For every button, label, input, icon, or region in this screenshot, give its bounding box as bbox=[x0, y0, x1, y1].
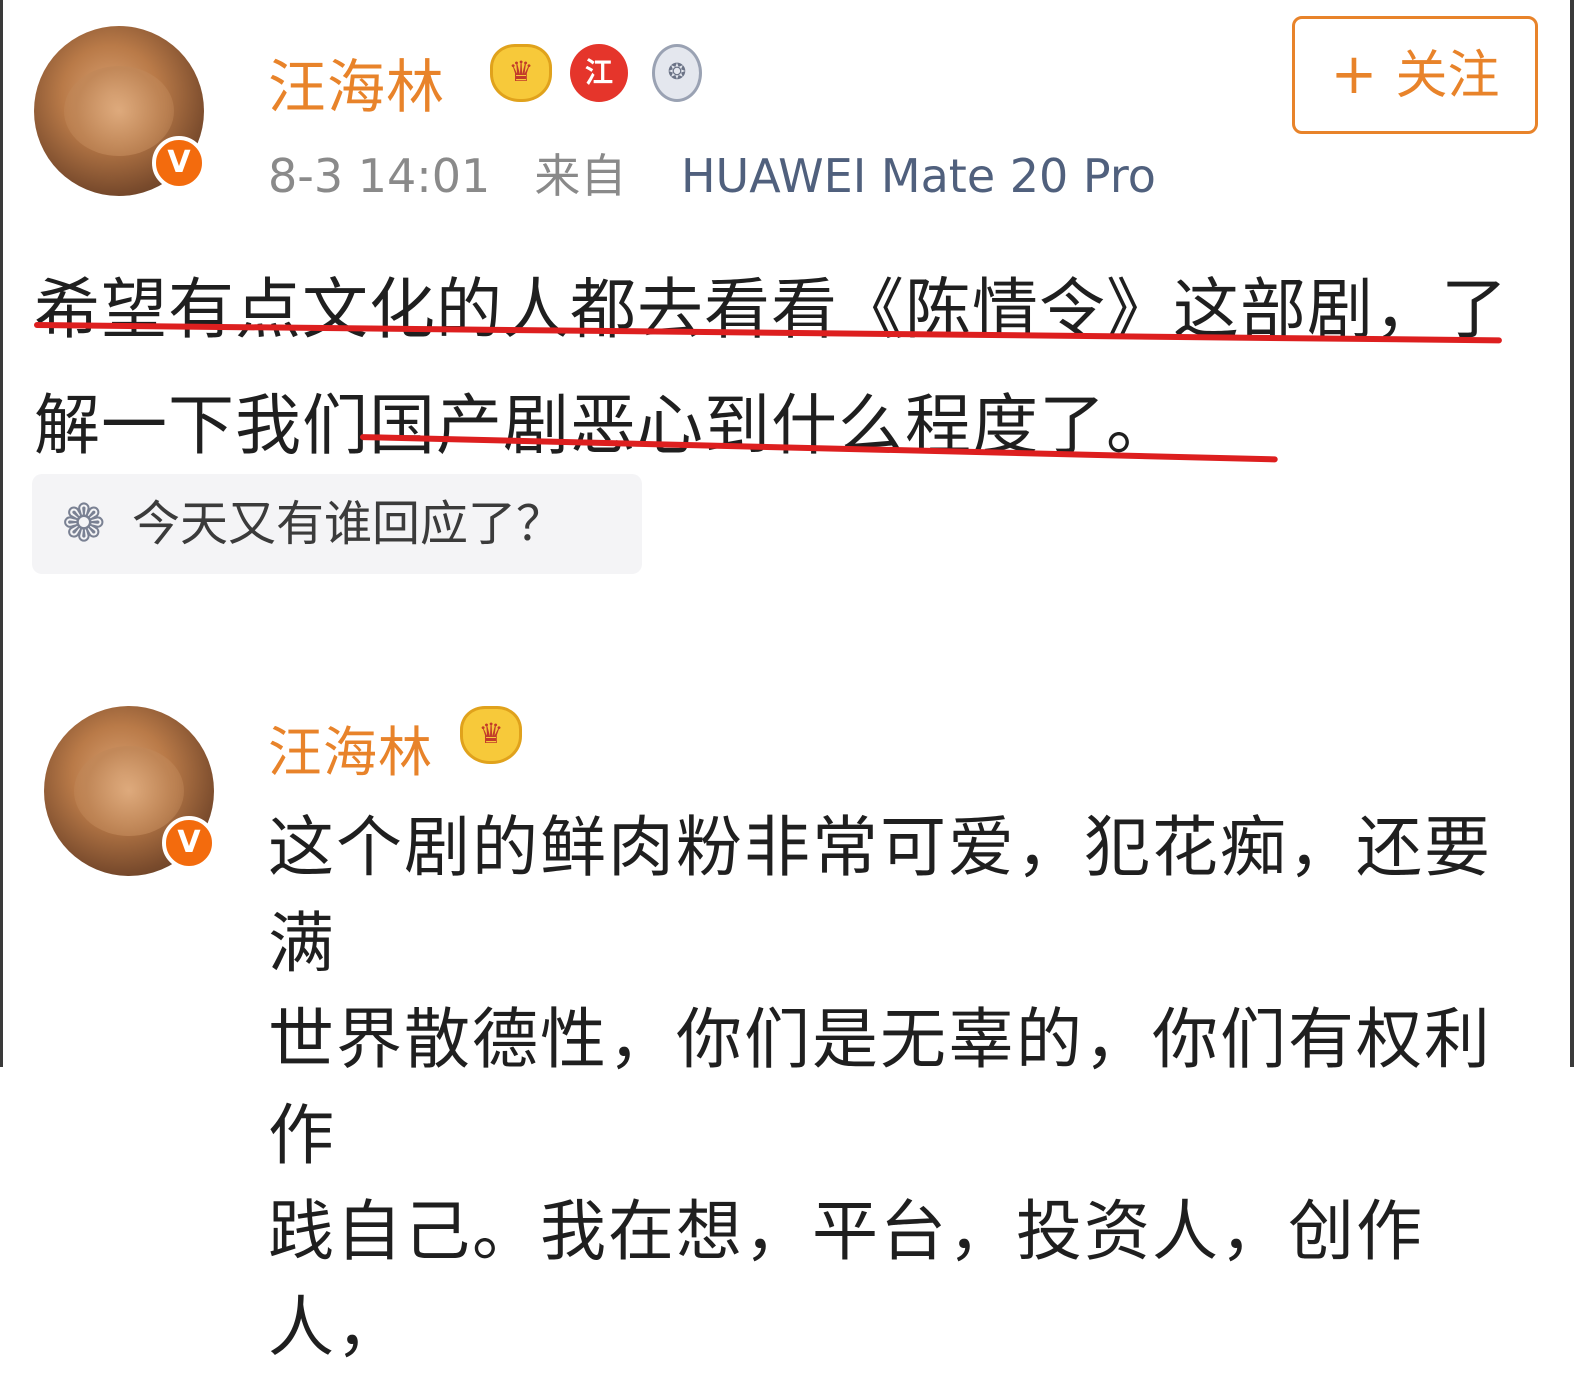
topic-text: 今天又有谁回应了？ bbox=[132, 496, 565, 552]
reply-text-line: 践自己。我在想，平台，投资人，创作人， bbox=[268, 1193, 1424, 1366]
reply-text-line: 世界散德性，你们是无辜的，你们有权利作 bbox=[268, 1001, 1492, 1174]
post-time: 8-3 14:01 bbox=[268, 149, 491, 203]
reply-body: 这个剧的鲜肉粉非常可爱，犯花痴，还要满 世界散德性，你们是无辜的，你们有权利作 … bbox=[268, 800, 1548, 1376]
red-badge-icon[interactable]: 江 bbox=[570, 44, 628, 102]
follow-button[interactable]: + 关注 bbox=[1292, 16, 1538, 134]
post-text-line: 解一下我们国产剧恶心到什么程度了。 bbox=[34, 387, 1173, 464]
post-meta: 8-3 14:01 来自 HUAWEI Mate 20 Pro bbox=[268, 140, 1156, 206]
follow-label: 关注 bbox=[1395, 46, 1500, 106]
plus-icon: + bbox=[1330, 42, 1378, 107]
device-name[interactable]: HUAWEI Mate 20 Pro bbox=[681, 149, 1156, 203]
post-text-line: 希望有点文化的人都去看看《陈情令》这部剧，了 bbox=[34, 271, 1508, 348]
topic-chip[interactable]: ❁ 今天又有谁回应了？ bbox=[32, 474, 642, 574]
reply-text-line: 这个剧的鲜肉粉非常可爱，犯花痴，还要满 bbox=[268, 809, 1492, 982]
avatar[interactable]: V bbox=[44, 706, 216, 876]
from-label: 来自 bbox=[534, 149, 627, 203]
crown-badge-icon[interactable]: ♛ bbox=[460, 706, 522, 764]
avatar[interactable]: V bbox=[34, 26, 206, 196]
avatar-cat-image bbox=[74, 746, 184, 836]
verified-icon: V bbox=[162, 816, 216, 870]
crown-badge-icon[interactable]: ♛ bbox=[490, 44, 552, 102]
frame-left-border bbox=[0, 0, 3, 1067]
username[interactable]: 汪海林 bbox=[268, 40, 445, 124]
medal-icon[interactable]: ❂ bbox=[652, 44, 702, 102]
verified-icon: V bbox=[152, 136, 206, 190]
frame-right-border bbox=[1570, 0, 1574, 1067]
reply-username[interactable]: 汪海林 bbox=[268, 708, 433, 787]
avatar-cat-image bbox=[64, 66, 174, 156]
sparkle-icon: ❁ bbox=[62, 494, 106, 554]
